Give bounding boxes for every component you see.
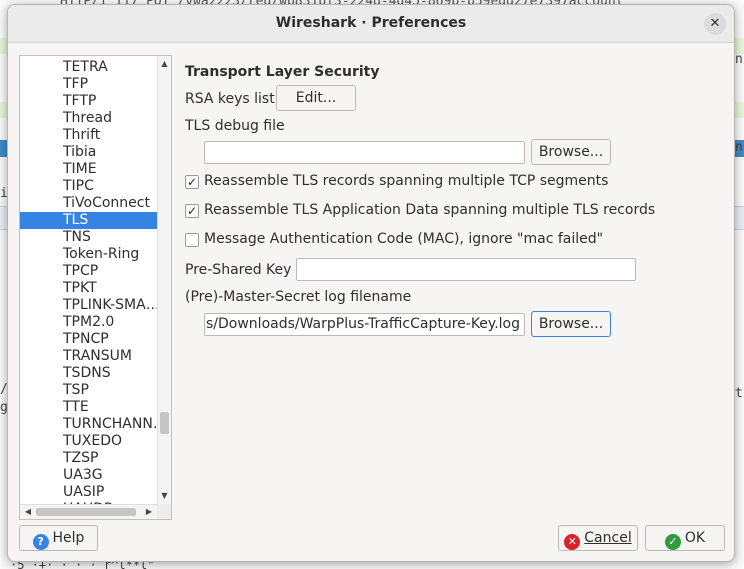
cancel-icon: ✕ (564, 534, 581, 550)
reassemble-app-checkbox[interactable]: ✓ (185, 204, 199, 218)
psk-input[interactable] (296, 258, 636, 281)
rsa-keys-edit-button[interactable]: Edit... (276, 85, 356, 111)
debug-file-label: TLS debug file (185, 118, 285, 134)
help-icon: ? (32, 534, 49, 550)
section-heading: Transport Layer Security (185, 64, 380, 80)
cancel-label: Cancel (584, 530, 632, 546)
debug-file-input[interactable] (204, 141, 525, 164)
cancel-button[interactable]: ✕ Cancel (558, 525, 638, 551)
debug-file-browse-button[interactable]: Browse... (531, 139, 611, 165)
ignore-mac-checkbox[interactable] (185, 233, 199, 247)
help-label: Help (52, 530, 85, 546)
keylog-browse-button[interactable]: Browse... (531, 311, 611, 337)
ok-label: OK (684, 530, 706, 546)
keylog-label: (Pre)-Master-Secret log filename (185, 289, 412, 305)
preferences-dialog: Wireshark · Preferences ✕ TETRA TFP TFTP Th… (7, 4, 735, 562)
background-edge-text: t (735, 386, 743, 401)
reassemble-tcp-label: Reassemble TLS records spanning multiple… (204, 173, 609, 189)
help-button[interactable]: ? Help (19, 525, 98, 551)
ok-button[interactable]: ✓ OK (645, 525, 725, 551)
background-edge-text: n (735, 140, 743, 155)
background-edge-text: n (735, 52, 743, 67)
ignore-mac-label: Message Authentication Code (MAC), ignor… (204, 231, 604, 247)
ok-icon: ✓ (664, 534, 681, 550)
psk-label: Pre-Shared Key (185, 262, 292, 278)
rsa-keys-label: RSA keys list (185, 91, 275, 107)
reassemble-app-label: Reassemble TLS Application Data spanning… (204, 202, 656, 218)
tls-settings-panel: Transport Layer Security RSA keys list E… (8, 5, 734, 561)
reassemble-tcp-checkbox[interactable]: ✓ (185, 175, 199, 189)
keylog-input[interactable]: s/Downloads/WarpPlus-TrafficCapture-Key.… (204, 313, 525, 336)
